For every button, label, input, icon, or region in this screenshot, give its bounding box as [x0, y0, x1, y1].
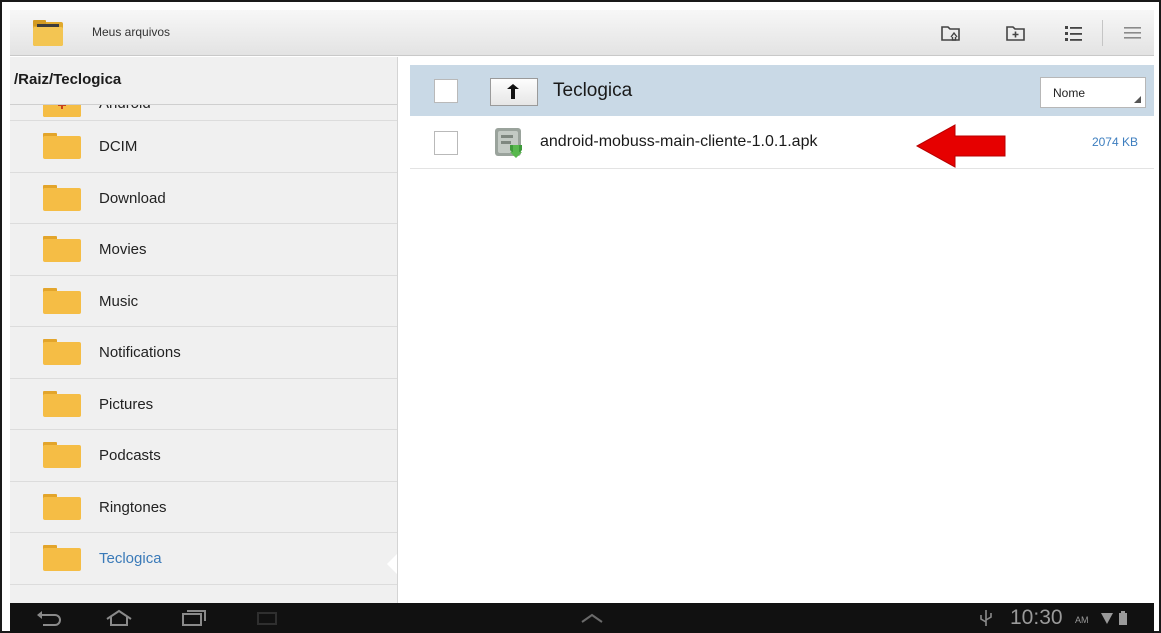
- sidebar-item-label: Movies: [99, 241, 147, 258]
- breadcrumb: /Raiz/Teclogica: [10, 57, 397, 105]
- folder-icon: [43, 390, 81, 417]
- back-icon: [37, 611, 61, 626]
- my-files-app-icon[interactable]: [32, 19, 64, 47]
- dropdown-corner-icon: [1134, 96, 1141, 103]
- screenshot-frame: Meus arquivos DCIM Download Movies Music…: [0, 0, 1161, 633]
- folder-icon: [43, 545, 81, 571]
- file-pane: Teclogica Nome android-mobuss-main-clien…: [398, 57, 1154, 603]
- sidebar-item-teclogica[interactable]: Teclogica: [10, 533, 397, 585]
- usb-status[interactable]: [978, 608, 994, 628]
- arrow-up-icon: [507, 84, 519, 99]
- sort-value: Nome: [1053, 86, 1086, 100]
- overflow-menu-button[interactable]: [1122, 22, 1144, 44]
- folder-icon: [43, 493, 81, 520]
- sidebar-item-label: DCIM: [99, 138, 138, 155]
- sidebar-item-label: Music: [99, 292, 139, 310]
- app-title: Meus arquivos: [92, 25, 171, 39]
- home-button[interactable]: [105, 608, 133, 628]
- select-all-checkbox[interactable]: [434, 79, 458, 103]
- wifi-icon: [1101, 613, 1113, 624]
- sidebar-item-label: Download: [99, 189, 166, 207]
- menu-icon: [1124, 27, 1141, 39]
- folder-icon: [43, 236, 81, 262]
- new-folder-icon: [1006, 26, 1025, 41]
- file-checkbox[interactable]: [434, 131, 458, 155]
- apk-file-icon: [495, 128, 522, 158]
- action-bar: Meus arquivos: [10, 10, 1154, 56]
- sidebar-item-label: Podcasts: [99, 447, 161, 464]
- sidebar-item-notifications[interactable]: Notifications: [10, 327, 397, 379]
- sidebar-item-label: Ringtones: [99, 498, 167, 516]
- file-name: android-mobuss-main-cliente-1.0.1.apk: [540, 133, 818, 150]
- recent-apps-button[interactable]: [180, 608, 208, 628]
- sidebar-item-label: Pictures: [99, 395, 154, 413]
- folder-sidebar: Android DCIM Download: [10, 57, 398, 603]
- file-row[interactable]: android-mobuss-main-cliente-1.0.1.apk 20…: [410, 119, 1154, 169]
- sidebar-item-dcim[interactable]: DCIM: [10, 121, 397, 173]
- home-folder-button[interactable]: [940, 22, 962, 44]
- sort-dropdown[interactable]: Nome: [1040, 77, 1146, 108]
- directory-header: Teclogica Nome: [410, 65, 1154, 116]
- usb-icon: [980, 610, 992, 626]
- folder-icon: [43, 442, 81, 468]
- red-arrow-annotation: [915, 124, 1006, 168]
- sidebar-item-podcasts[interactable]: Podcasts: [10, 430, 397, 482]
- app-tray-button[interactable]: [578, 608, 606, 628]
- sidebar-item-ringtones[interactable]: Ringtones: [10, 482, 397, 533]
- battery-status[interactable]: [1118, 608, 1128, 628]
- sidebar-item-movies[interactable]: Movies: [10, 224, 397, 276]
- list-view-icon: [1065, 26, 1082, 41]
- sidebar-item-music[interactable]: Music: [10, 276, 397, 327]
- file-size: 2074 KB: [1091, 135, 1138, 149]
- sidebar-item-pictures[interactable]: Pictures: [10, 379, 397, 430]
- sidebar-item-label: Teclogica: [99, 550, 162, 567]
- folder-list: Android DCIM Download: [10, 93, 397, 585]
- list-view-button[interactable]: [1063, 22, 1085, 44]
- sidebar-item-download[interactable]: Download: [10, 173, 397, 224]
- folder-icon: [43, 339, 81, 365]
- folder-icon: [43, 184, 81, 211]
- current-directory-title: Teclogica: [553, 80, 633, 101]
- status-clock[interactable]: 10:30: [1010, 606, 1063, 630]
- recent-apps-icon: [182, 610, 206, 626]
- screenshot-button[interactable]: [255, 608, 279, 628]
- toolbar-divider: [1102, 20, 1103, 46]
- folder-icon: [43, 287, 81, 314]
- system-navigation-bar: 10:30 AM: [10, 603, 1154, 633]
- new-folder-button[interactable]: [1005, 22, 1027, 44]
- battery-icon: [1119, 611, 1127, 625]
- home-icon: [106, 609, 132, 626]
- home-folder-icon: [941, 26, 960, 41]
- sidebar-item-label: Notifications: [99, 344, 181, 361]
- folder-icon: [43, 133, 81, 159]
- wifi-status[interactable]: [1100, 608, 1114, 628]
- selection-indicator: [387, 551, 397, 576]
- back-button[interactable]: [35, 608, 63, 628]
- up-directory-button[interactable]: [490, 78, 538, 106]
- chevron-up-icon: [581, 613, 603, 623]
- breadcrumb-path: /Raiz/Teclogica: [14, 71, 122, 88]
- status-ampm: AM: [1075, 615, 1089, 625]
- screenshot-icon: [257, 612, 277, 625]
